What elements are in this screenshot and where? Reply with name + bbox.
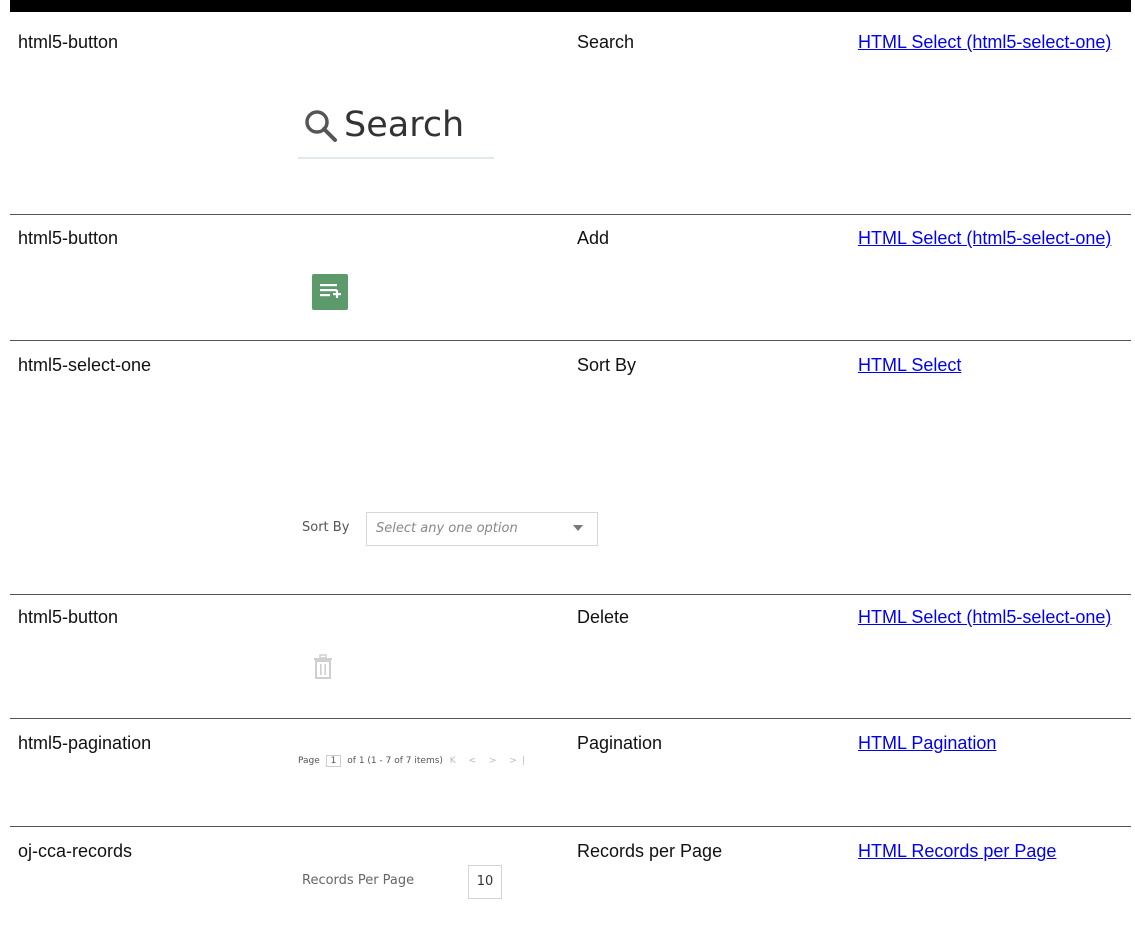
sort-by-select-illustration: Sort By Select any one option [298, 509, 618, 553]
items-text: items) [414, 756, 443, 766]
element-type: html5-button [18, 228, 119, 248]
table-row: html5-pagination Page 1 of 1 (1 - 7 of 7… [10, 732, 1131, 826]
records-per-page-label: Records Per Page [302, 873, 415, 888]
table-row: html5-button Search Search HTML Select (… [10, 31, 1131, 214]
element-label: Sort By [577, 355, 637, 375]
element-type: html5-pagination [18, 733, 152, 753]
html-records-per-page-link[interactable]: HTML Records per Page [858, 841, 1056, 861]
sort-by-label: Sort By [302, 520, 350, 535]
trash-icon [314, 654, 332, 679]
add-button-illustration [312, 274, 348, 310]
html-select-link[interactable]: HTML Select [858, 355, 961, 375]
records-per-page-illustration: Records Per Page 10 [298, 865, 518, 899]
element-label: Add [577, 228, 610, 248]
records-per-page-input: 10 [468, 865, 502, 899]
table-row: html5-button Add HTML Select (html5-sele… [10, 227, 1131, 340]
row-divider [10, 594, 1131, 595]
table-row: oj-cca-records Records Per Page 10 Recor… [10, 840, 1131, 940]
pagination-arrows-icon: K < > >| [449, 756, 530, 766]
row-divider [10, 826, 1131, 827]
page-input: 1 [325, 755, 342, 767]
row-divider [10, 214, 1131, 215]
search-icon [305, 110, 337, 142]
pagination-illustration: Page 1 of 1 (1 - 7 of 7 items) K < > >| [298, 755, 578, 775]
html-pagination-link[interactable]: HTML Pagination [858, 733, 996, 753]
total-items: 7 [405, 756, 412, 766]
html-select-link[interactable]: HTML Select (html5-select-one) [858, 32, 1111, 52]
table-row: html5-select-one Sort By Select any one … [10, 354, 1131, 594]
search-button-label: Search [344, 105, 465, 145]
search-button-illustration: Search [298, 95, 494, 163]
element-label: Delete [577, 607, 630, 627]
row-divider [10, 340, 1131, 341]
element-type: html5-button [18, 32, 119, 52]
range-text: (1 - 7 of [367, 756, 403, 766]
add-list-icon [320, 284, 341, 298]
sort-by-select: Select any one option [366, 512, 598, 546]
table-row: html5-button Delete HTML Select (html5-s… [10, 606, 1131, 718]
table-top-border [10, 0, 1131, 12]
page-of-text: of 1 [347, 756, 365, 766]
chevron-down-icon [573, 525, 583, 531]
page-label: Page [298, 756, 320, 766]
delete-button-illustration [312, 654, 334, 685]
search-underline [298, 157, 494, 159]
element-label: Pagination [577, 733, 663, 753]
html-select-link[interactable]: HTML Select (html5-select-one) [858, 607, 1111, 627]
html-select-link[interactable]: HTML Select (html5-select-one) [858, 228, 1111, 248]
element-type: html5-button [18, 607, 119, 627]
element-type: html5-select-one [18, 355, 152, 375]
row-divider [10, 718, 1131, 719]
element-type: oj-cca-records [18, 841, 133, 861]
sort-by-placeholder: Select any one option [376, 521, 518, 536]
element-label: Records per Page [577, 841, 723, 861]
element-label: Search [577, 32, 635, 52]
